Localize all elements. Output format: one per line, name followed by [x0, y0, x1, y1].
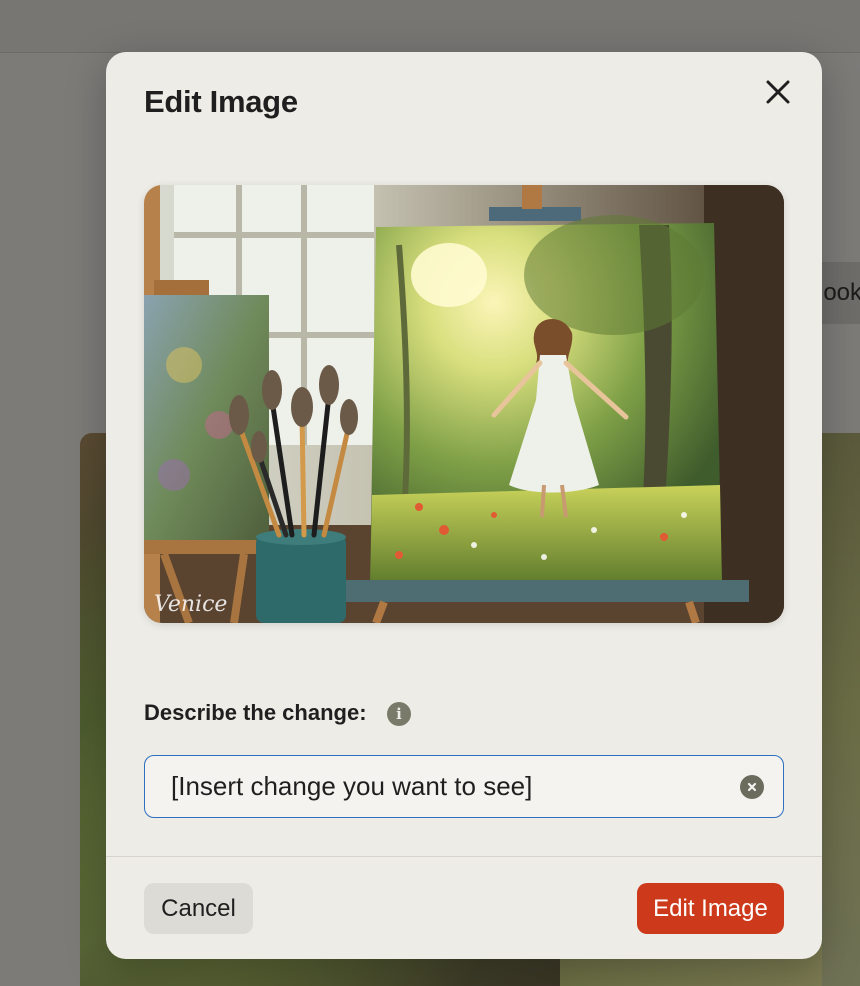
venice-watermark: Venice — [154, 592, 228, 617]
close-button[interactable] — [760, 74, 796, 110]
describe-change-label: Describe the change: — [144, 700, 367, 725]
background-image-right — [822, 433, 860, 986]
clear-input-icon[interactable] — [740, 775, 764, 799]
dialog-title: Edit Image — [144, 84, 298, 119]
info-icon[interactable]: i — [387, 702, 411, 726]
footer-divider — [106, 856, 822, 857]
edit-image-dialog: Edit Image Venice Describe the change: i… — [106, 52, 822, 959]
close-icon — [766, 80, 790, 104]
describe-change-field — [144, 755, 784, 818]
painting-illustration — [144, 185, 784, 623]
image-preview: Venice — [144, 185, 784, 623]
cancel-button[interactable]: Cancel — [144, 883, 253, 934]
describe-change-input[interactable] — [171, 756, 731, 816]
background-top-bar — [0, 0, 860, 53]
x-mark-icon — [747, 782, 757, 792]
edit-image-button[interactable]: Edit Image — [637, 883, 784, 934]
